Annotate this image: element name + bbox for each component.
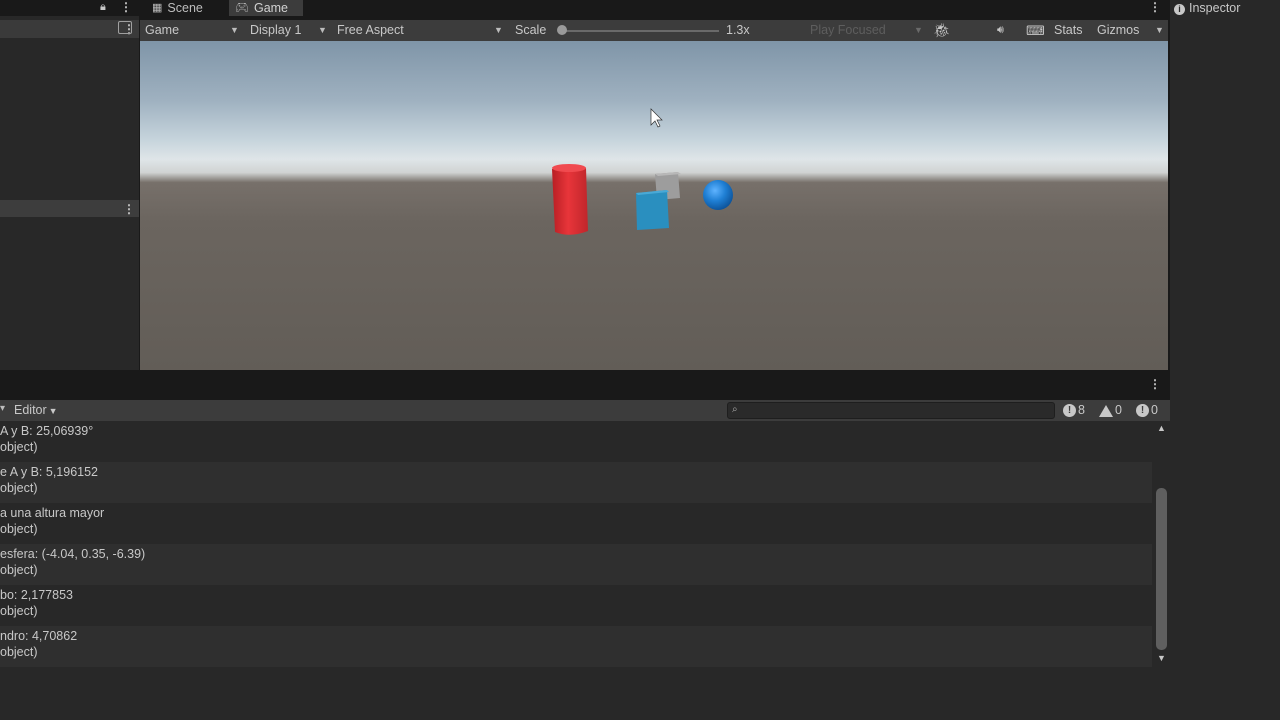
top-tab-bar: 🔒︎ ⋮ ▦ Scene 🎮︎ Game ⋮ [0,0,1280,16]
search-icon: ⌕ [732,404,738,415]
log-entry[interactable]: ndro: 4,70862 object) [0,626,1152,667]
scale-slider-thumb[interactable] [557,25,567,35]
gamepad-icon: 🎮︎ [235,2,249,14]
log-message: a una altura mayor [0,506,105,520]
log-source: object) [0,563,38,577]
scroll-down-icon[interactable]: ▼ [1157,653,1166,663]
blue-cube [636,190,669,230]
console-tab-bar: ⋮ [0,370,1170,400]
dropdown-arrow-icon: ▼ [494,25,503,35]
scale-value: 1.3x [726,23,750,37]
log-message: ndro: 4,70862 [0,629,78,643]
game-viewport[interactable] [140,41,1168,370]
scale-slider-track[interactable] [559,30,719,32]
scroll-up-icon[interactable]: ▲ [1157,423,1166,433]
tab-game-label: Game [253,1,289,15]
info-icon: ! [1063,404,1076,417]
hierarchy-panel: ⋮ ⋮ [0,16,139,370]
console-scroll-thumb[interactable] [1156,488,1167,650]
aspect-label: Free Aspect [337,23,404,37]
tab-scene-label: Scene [167,1,203,15]
clear-dropdown-arrow-icon[interactable]: ▾ [0,403,5,414]
warning-count: 0 [1115,403,1122,417]
console-menu-icon[interactable]: ⋮ [1149,377,1161,391]
gizmos-label: Gizmos [1097,23,1140,37]
dropdown-arrow-icon: ▼ [318,25,327,35]
log-entry[interactable]: a una altura mayor object) [0,503,1152,544]
scale-label: Scale [515,23,547,37]
error-count: 0 [1151,403,1158,417]
error-icon: ! [1136,404,1149,417]
play-mode-dropdown[interactable]: Play Focused ▼ [810,20,924,41]
error-count-toggle[interactable]: ! 0 [1136,400,1158,421]
log-source: object) [0,645,38,659]
warning-icon [1099,404,1113,417]
view-mode-label: Game [145,23,180,37]
warning-count-toggle[interactable]: 0 [1099,400,1122,421]
inspector-panel [1170,0,1280,720]
log-message: e A y B: 5,196152 [0,465,98,479]
dropdown-arrow-icon: ▼ [1155,25,1164,35]
tab-inspector-label: Inspector [1189,1,1241,15]
stats-button[interactable]: Stats [1054,20,1083,41]
display-label: Display 1 [250,23,302,37]
log-message: A y B: 25,06939° [0,424,94,438]
info-count-toggle[interactable]: ! 8 [1063,400,1085,421]
blue-sphere [703,180,733,210]
view-mode-dropdown[interactable]: Game ▼ [145,20,239,41]
lock-icon[interactable]: 🔒︎ [100,1,106,14]
tab-inspector[interactable]: i Inspector [1174,0,1240,16]
log-entry[interactable]: esfera: (-4.04, 0.35, -6.39) object) [0,544,1152,585]
keyboard-icon[interactable]: ⌨ [1026,20,1045,41]
play-mode-label: Play Focused [810,23,886,37]
editor-dropdown[interactable]: Editor ▼ [14,400,58,421]
console-search-input[interactable]: ⌕ [727,402,1055,419]
more-menu-icon[interactable]: ⋮ [120,0,132,14]
log-source: object) [0,604,38,618]
log-source: object) [0,481,38,495]
red-cylinder [552,164,588,235]
log-entry[interactable]: bo: 2,177853 object) [0,585,1152,626]
dropdown-arrow-icon: ▼ [48,406,58,416]
scene-grid-icon: ▦ [152,2,163,14]
scene-render [552,108,733,235]
aspect-dropdown[interactable]: Free Aspect ▼ [337,20,505,41]
project-header: ⋮ [0,200,139,217]
info-icon: i [1174,4,1185,15]
log-source: object) [0,522,38,536]
hierarchy-search-icon[interactable] [118,21,132,34]
editor-label: Editor [14,403,47,417]
log-message: esfera: (-4.04, 0.35, -6.39) [0,547,146,561]
log-entry[interactable]: A y B: 25,06939° object) [0,421,1152,462]
dropdown-arrow-icon: ▼ [230,25,239,35]
audio-icon[interactable]: 🔊︎ [997,20,1004,41]
more-menu-icon[interactable]: ⋮ [1149,0,1161,14]
tab-scene[interactable]: ▦ Scene [146,0,211,16]
log-entry[interactable]: e A y B: 5,196152 object) [0,462,1152,503]
log-message: bo: 2,177853 [0,588,73,602]
display-dropdown[interactable]: Display 1 ▼ [250,20,330,41]
gizmos-dropdown[interactable]: Gizmos ▼ [1097,20,1167,41]
dropdown-arrow-icon: ▼ [914,25,923,35]
project-menu-icon[interactable]: ⋮ [123,203,135,215]
log-source: object) [0,440,38,454]
info-count: 8 [1078,403,1085,417]
bug-icon[interactable]: 🐞︎ [933,20,951,41]
console-log-list: A y B: 25,06939° object) e A y B: 5,1961… [0,421,1170,720]
mouse-cursor-icon [650,108,663,128]
tab-game[interactable]: 🎮︎ Game [229,0,303,16]
game-toolbar: Game ▼ Display 1 ▼ Free Aspect ▼ Scale 1… [140,20,1168,41]
